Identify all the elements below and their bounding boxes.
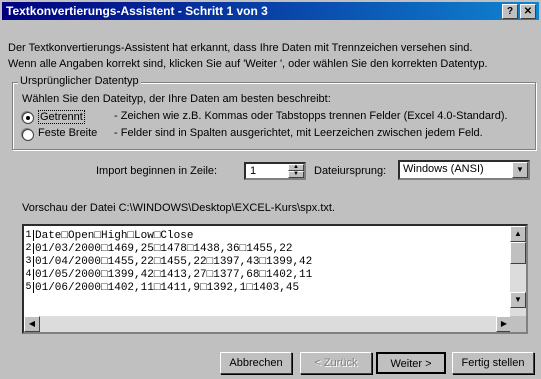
radio-fixed-width-label[interactable]: Feste Breite [38,127,97,139]
finish-button[interactable]: Fertig stellen [452,352,534,374]
file-preview[interactable]: 1 Date□Open□High□Low□Close 2 01/03/2000□146… [22,224,528,334]
preview-line-number: 2 [24,243,34,254]
preview-line: 5 01/06/2000□1402,11□1411,9□1392,1□1403,4… [24,282,508,295]
scroll-left-icon[interactable]: ◀ [24,316,40,332]
file-origin-value[interactable]: Windows (ANSI) [403,163,484,175]
scrollbar-corner [510,316,526,332]
horizontal-scrollbar[interactable]: ◀ ▶ [24,316,512,332]
start-row-value[interactable]: 1 [250,165,256,177]
close-button[interactable]: ✕ [520,4,536,19]
preview-line: 1 Date□Open□High□Low□Close [24,230,508,243]
text-import-wizard-dialog: Textkonvertierungs-Assistent - Schritt 1… [0,0,541,379]
data-type-group-label: Ursprünglicher Datentyp [18,75,141,87]
vertical-scroll-thumb[interactable] [510,242,526,264]
preview-label: Vorschau der Datei C:\WINDOWS\Desktop\EX… [22,202,335,214]
scroll-down-icon[interactable]: ▼ [510,292,526,308]
start-row-stepper[interactable]: 1 ▲ ▼ [244,162,306,180]
preview-line-text: 01/03/2000□1469,25□1478□1438,36□1455,22 [35,243,293,255]
intro-text: Der Textkonvertierungs-Assistent hat erk… [8,40,538,72]
preview-line-number: 5 [24,282,34,293]
preview-line-number: 1 [24,230,34,241]
back-button[interactable]: < Zurück [300,352,372,374]
help-button[interactable]: ? [502,4,518,19]
preview-line: 4 01/05/2000□1399,42□1413,27□1377,68□1402… [24,269,508,282]
preview-line-number: 4 [24,269,34,280]
cancel-button[interactable]: Abbrechen [220,352,292,374]
radio-fixed-width-description: - Felder sind in Spalten ausgerichtet, m… [114,127,483,139]
chevron-down-icon[interactable]: ▼ [512,162,528,178]
file-origin-label: Dateiursprung: [314,165,387,177]
radio-delimited-description: - Zeichen wie z.B. Kommas oder Tabstopps… [114,110,508,122]
vertical-scrollbar[interactable]: ▲ ▼ [510,226,526,316]
preview-line: 3 01/04/2000□1455,22□1455,22□1397,43□1399… [24,256,508,269]
radio-fixed-width[interactable] [22,129,34,141]
preview-line-text: 01/06/2000□1402,11□1411,9□1392,1□1403,45 [35,282,300,294]
intro-line-2: Wenn alle Angaben korrekt sind, klicken … [8,58,488,70]
intro-line-1: Der Textkonvertierungs-Assistent hat erk… [8,42,473,54]
preview-line-text: 01/05/2000□1399,42□1413,27□1377,68□1402,… [35,269,313,281]
radio-delimited[interactable] [22,112,34,124]
stepper-down-icon[interactable]: ▼ [288,171,304,178]
data-type-prompt: Wählen Sie den Dateityp, der Ihre Daten … [22,93,331,105]
preview-line-number: 3 [24,256,34,267]
file-origin-select[interactable]: Windows (ANSI) ▼ [398,160,530,180]
window-title: Textkonvertierungs-Assistent - Schritt 1… [6,4,268,18]
preview-line: 2 01/03/2000□1469,25□1478□1438,36□1455,22 [24,243,508,256]
preview-line-text: Date□Open□High□Low□Close [35,230,194,242]
start-row-label: Import beginnen in Zeile: [96,165,218,177]
stepper-up-icon[interactable]: ▲ [288,164,304,171]
preview-line-text: 01/04/2000□1455,22□1455,22□1397,43□1399,… [35,256,313,268]
title-bar[interactable]: Textkonvertierungs-Assistent - Schritt 1… [2,2,539,20]
next-button[interactable]: Weiter > [376,352,446,374]
radio-delimited-label[interactable]: Getrennt [38,110,85,124]
scroll-up-icon[interactable]: ▲ [510,226,526,242]
